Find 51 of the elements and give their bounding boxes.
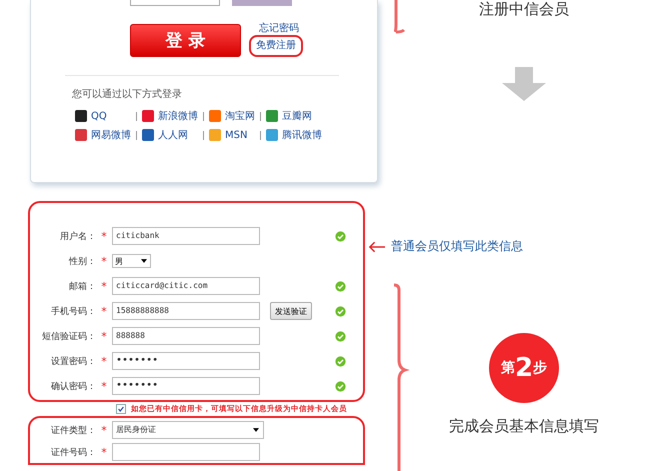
password-field[interactable]: ••••••• [112, 352, 260, 370]
alt-login-prompt: 您可以通过以下方式登录 [72, 88, 183, 101]
send-code-button[interactable]: 发送验证 [270, 302, 312, 320]
required-mark: * [100, 424, 108, 436]
required-mark: * [100, 230, 108, 242]
field-label: 手机号码： [50, 306, 96, 318]
step-caption: 完成会员基本信息填写 [449, 417, 599, 436]
required-mark: * [100, 330, 108, 342]
provider-link[interactable]: 腾讯微博 [282, 128, 322, 142]
left-arrow-icon [368, 240, 385, 252]
checkbox[interactable] [116, 404, 126, 414]
field-label: 设置密码： [50, 356, 96, 368]
caret-icon [141, 259, 147, 263]
required-mark: * [100, 354, 108, 368]
required-mark: * [100, 280, 108, 292]
provider-link[interactable]: 网易微博 [91, 128, 131, 142]
provider-link[interactable]: 豆瓣网 [282, 109, 312, 123]
down-arrow-icon [502, 67, 546, 101]
field-label: 证件类型： [50, 424, 96, 436]
field-label: 短信验证码： [41, 330, 96, 342]
caret-icon [253, 428, 259, 432]
gender-select[interactable]: 男 [112, 254, 151, 268]
input-field[interactable]: citiccard@citic.com [112, 277, 260, 295]
required-mark: * [100, 304, 108, 318]
login-button[interactable]: 登 录 [130, 24, 241, 56]
input-field[interactable]: citicbank [112, 227, 260, 245]
id-type-select[interactable]: 居民身份证 [112, 421, 264, 439]
input-field[interactable] [130, 0, 220, 6]
input-field[interactable]: 15888888888 [112, 302, 260, 320]
required-mark: * [100, 380, 108, 392]
field-label: 邮箱： [68, 280, 96, 292]
provider-link[interactable]: MSN [225, 130, 248, 140]
provider-link[interactable]: 新浪微博 [158, 109, 198, 123]
input-field[interactable] [112, 443, 260, 461]
field-label: 确认密码： [50, 380, 96, 392]
field-label: 用户名： [59, 230, 96, 242]
field-label: 证件号码： [50, 446, 96, 458]
required-mark: * [100, 446, 108, 458]
curly-brace [394, 0, 408, 34]
forgot-password-link[interactable]: 忘记密码 [255, 23, 303, 35]
provider-link[interactable]: 人人网 [158, 128, 188, 142]
register-link[interactable]: 免费注册 [249, 35, 303, 57]
required-mark: * [100, 254, 108, 268]
password-field[interactable]: ••••••• [112, 377, 260, 395]
step-caption: 注册中信会员 [479, 0, 569, 19]
field-label: 性别： [68, 256, 96, 268]
annotation-text: 普通会员仅填写此类信息 [391, 238, 523, 255]
provider-link[interactable]: 淘宝网 [225, 109, 255, 123]
input-field[interactable]: 888888 [112, 327, 260, 345]
provider-link[interactable]: QQ [91, 110, 107, 122]
captcha-image [232, 0, 292, 6]
